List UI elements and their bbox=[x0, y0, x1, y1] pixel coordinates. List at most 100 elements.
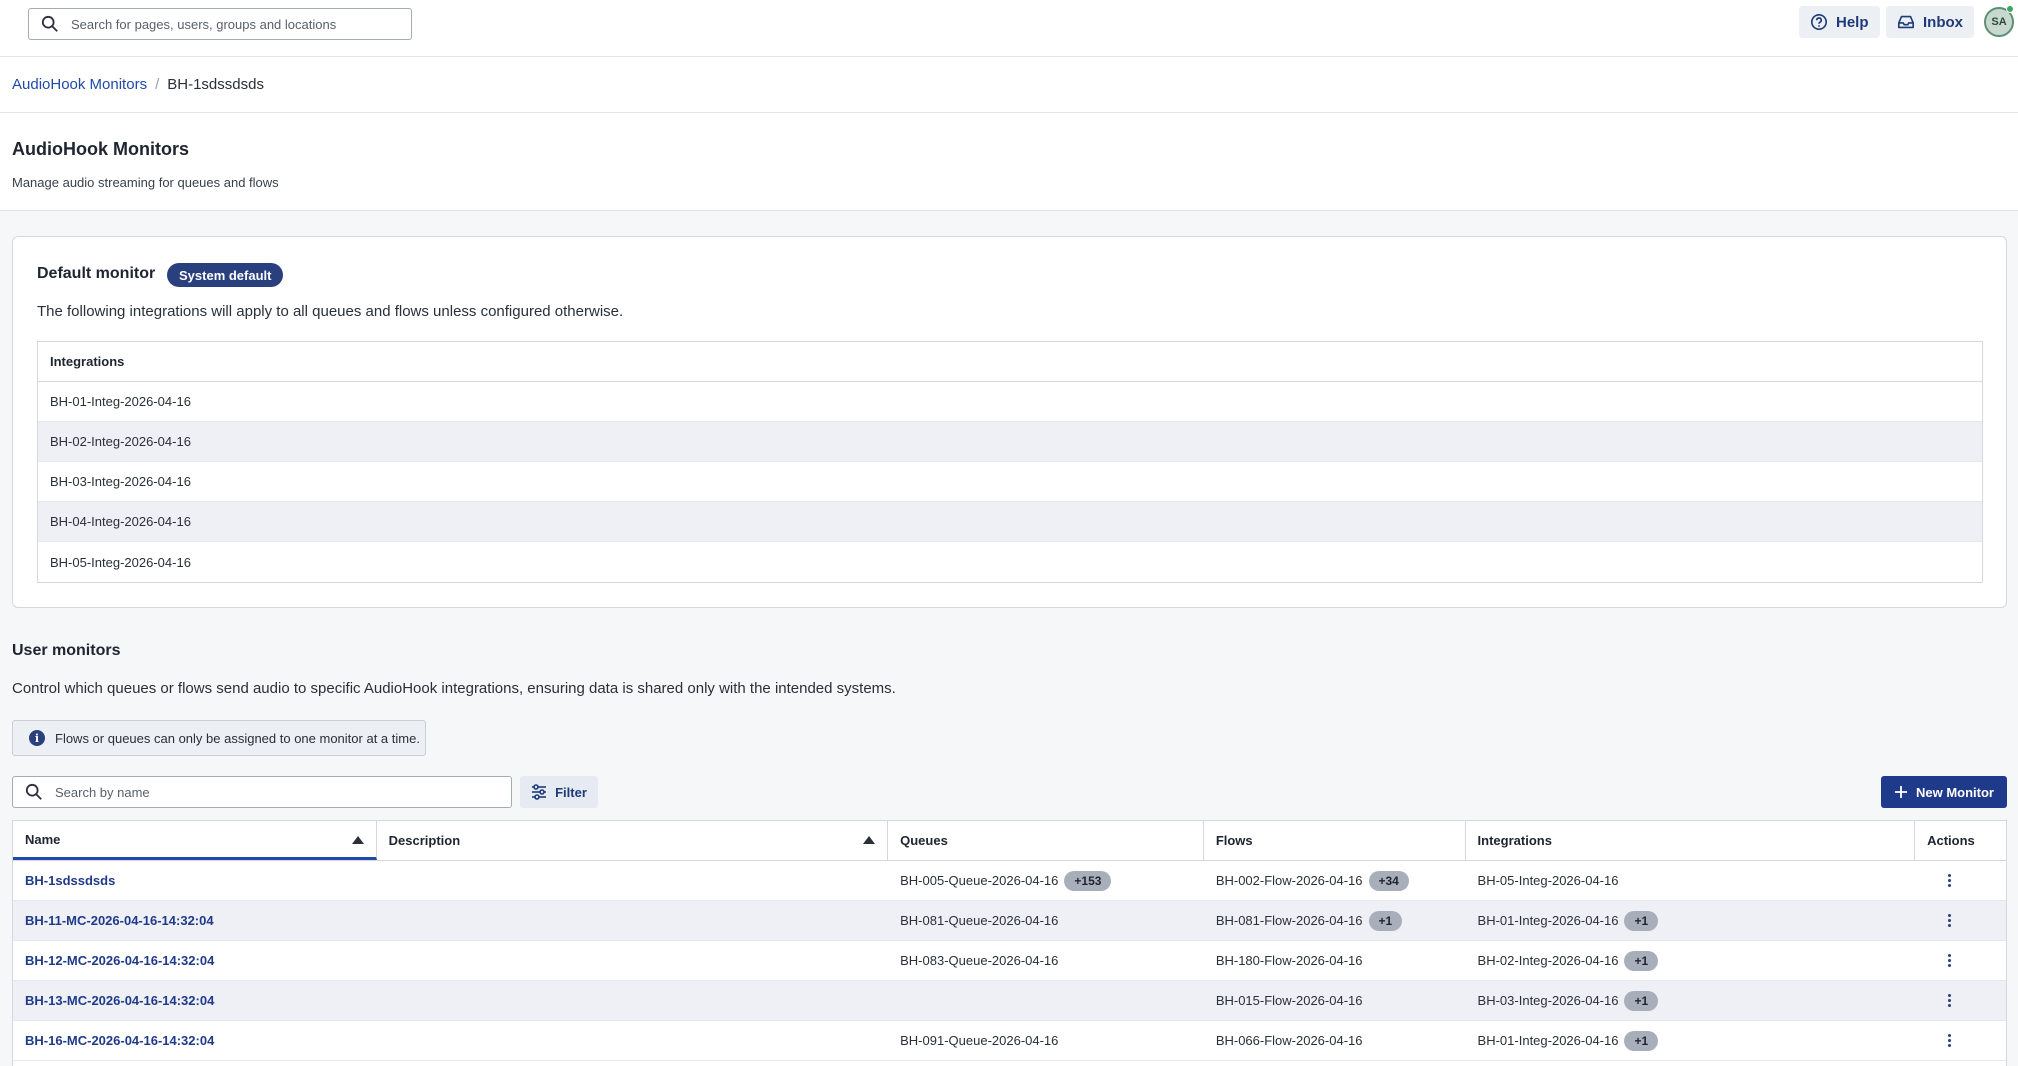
cell-actions bbox=[1915, 861, 2006, 900]
cell-queues bbox=[888, 981, 1204, 1020]
integration-more-badge[interactable]: +1 bbox=[1624, 1030, 1659, 1051]
page-subtitle: Manage audio streaming for queues and fl… bbox=[12, 175, 279, 190]
cell-integrations: BH-03-Integ-2026-04-16 +1 bbox=[1466, 981, 1916, 1020]
user-monitors-description: Control which queues or flows send audio… bbox=[12, 680, 896, 697]
column-header-name-label: Name bbox=[25, 831, 61, 847]
more-actions-icon[interactable] bbox=[1948, 994, 1952, 1007]
flow-text: BH-066-Flow-2026-04-16 bbox=[1215, 1033, 1363, 1048]
queue-text: BH-081-Queue-2026-04-16 bbox=[900, 913, 1059, 928]
flow-more-badge[interactable]: +34 bbox=[1368, 870, 1409, 891]
integration-row: BH-02-Integ-2026-04-16 bbox=[38, 422, 1982, 462]
column-header-flows: Flows bbox=[1204, 821, 1466, 860]
cell-flows: BH-015-Flow-2026-04-16 bbox=[1204, 981, 1466, 1020]
flow-text: BH-180-Flow-2026-04-16 bbox=[1215, 953, 1363, 968]
cell-flows: BH-180-Flow-2026-04-16 bbox=[1204, 941, 1466, 980]
cell-description bbox=[377, 981, 888, 1020]
cell-description bbox=[377, 1021, 888, 1060]
cell-description bbox=[377, 901, 888, 940]
monitor-name-link[interactable]: BH-11-MC-2026-04-16-14:32:04 bbox=[25, 913, 214, 928]
system-default-badge: System default bbox=[167, 263, 284, 287]
sort-ascending-icon[interactable] bbox=[863, 836, 876, 844]
integration-more-badge[interactable]: +1 bbox=[1624, 910, 1659, 931]
integration-text: BH-02-Integ-2026-04-16 bbox=[1477, 953, 1619, 968]
more-actions-icon[interactable] bbox=[1948, 914, 1952, 927]
cell-description bbox=[377, 861, 888, 900]
flow-text: BH-081-Flow-2026-04-16 bbox=[1215, 913, 1363, 928]
queue-more-badge[interactable]: +153 bbox=[1064, 870, 1112, 891]
help-button[interactable]: Help bbox=[1799, 6, 1880, 38]
integration-more-badge[interactable]: +1 bbox=[1624, 990, 1659, 1011]
integration-text: BH-05-Integ-2026-04-16 bbox=[1477, 873, 1619, 888]
column-header-integrations: Integrations bbox=[1466, 821, 1916, 860]
assignment-notice: i Flows or queues can only be assigned t… bbox=[12, 720, 426, 756]
queue-text: BH-083-Queue-2026-04-16 bbox=[900, 953, 1059, 968]
more-actions-icon[interactable] bbox=[1948, 1034, 1952, 1047]
cell-actions bbox=[1915, 901, 2006, 940]
default-monitor-card: Default monitor System default The follo… bbox=[12, 236, 2007, 608]
cell-actions bbox=[1915, 1021, 2006, 1060]
page-title: AudioHook Monitors bbox=[12, 139, 189, 159]
monitor-name-link[interactable]: BH-12-MC-2026-04-16-14:32:04 bbox=[25, 953, 214, 968]
table-header-row: Name Description Queues Flows Integratio… bbox=[13, 821, 2006, 861]
cell-description bbox=[377, 941, 888, 980]
queue-text: BH-091-Queue-2026-04-16 bbox=[900, 1033, 1059, 1048]
table-row: BH-12-MC-2026-04-16-14:32:04 BH-083-Queue… bbox=[13, 941, 2006, 981]
search-icon bbox=[41, 15, 58, 32]
cell-name: BH-11-MC-2026-04-16-14:32:04 bbox=[13, 901, 377, 940]
page-header: AudioHook Monitors Manage audio streamin… bbox=[0, 113, 2018, 211]
new-monitor-label: New Monitor bbox=[1916, 784, 1994, 800]
cell-queues: BH-081-Queue-2026-04-16 bbox=[888, 901, 1204, 940]
monitor-search-input[interactable] bbox=[55, 784, 485, 800]
user-monitors-title: User monitors bbox=[12, 642, 121, 659]
presence-status-dot bbox=[2006, 5, 2014, 13]
help-circle-icon bbox=[1810, 13, 1828, 31]
inbox-button[interactable]: Inbox bbox=[1886, 6, 1974, 38]
cell-integrations: BH-01-Integ-2026-04-16 +1 bbox=[1466, 1021, 1916, 1060]
cell-flows: BH-066-Flow-2026-04-16 bbox=[1204, 1021, 1466, 1060]
cell-name: BH-16-MC-2026-04-16-14:32:04 bbox=[13, 1021, 377, 1060]
cell-flows: BH-002-Flow-2026-04-16 +34 bbox=[1204, 861, 1466, 900]
integration-text: BH-01-Integ-2026-04-16 bbox=[1477, 1033, 1619, 1048]
flow-more-badge[interactable]: +1 bbox=[1368, 910, 1403, 931]
cell-integrations: BH-02-Integ-2026-04-16 +1 bbox=[1466, 941, 1916, 980]
more-actions-icon[interactable] bbox=[1948, 954, 1952, 967]
cell-flows: BH-081-Flow-2026-04-16 +1 bbox=[1204, 901, 1466, 940]
filter-label: Filter bbox=[555, 784, 587, 800]
monitor-name-link[interactable]: BH-1sdssdsds bbox=[25, 873, 115, 888]
more-actions-icon[interactable] bbox=[1948, 874, 1952, 887]
default-monitor-title: Default monitor bbox=[37, 265, 156, 282]
default-integrations-table: Integrations BH-01-Integ-2026-04-16 BH-0… bbox=[37, 341, 1983, 583]
sliders-icon bbox=[532, 784, 547, 800]
integration-row: BH-01-Integ-2026-04-16 bbox=[38, 382, 1982, 422]
top-bar: Help Inbox SA bbox=[0, 0, 2018, 57]
table-body: BH-1sdssdsds BH-005-Queue-2026-04-16 +153 B… bbox=[13, 861, 2006, 1061]
cell-name: BH-1sdssdsds bbox=[13, 861, 377, 900]
cell-actions bbox=[1915, 941, 2006, 980]
table-row: BH-11-MC-2026-04-16-14:32:04 BH-081-Queue… bbox=[13, 901, 2006, 941]
inbox-label: Inbox bbox=[1923, 13, 1963, 31]
plus-icon bbox=[1895, 786, 1907, 798]
info-icon: i bbox=[29, 730, 45, 746]
queue-text: BH-005-Queue-2026-04-16 bbox=[900, 873, 1059, 888]
user-monitors-table: Name Description Queues Flows Integratio… bbox=[12, 820, 2007, 1066]
sort-ascending-icon[interactable] bbox=[351, 836, 364, 844]
table-row: BH-16-MC-2026-04-16-14:32:04 BH-091-Queue… bbox=[13, 1021, 2006, 1061]
column-header-actions: Actions bbox=[1927, 833, 1975, 848]
cell-actions bbox=[1915, 981, 2006, 1020]
global-search-input[interactable] bbox=[71, 16, 401, 32]
integration-more-badge[interactable]: +1 bbox=[1624, 950, 1659, 971]
new-monitor-button[interactable]: New Monitor bbox=[1881, 776, 2007, 808]
integration-row: BH-05-Integ-2026-04-16 bbox=[50, 554, 191, 570]
cell-name: BH-13-MC-2026-04-16-14:32:04 bbox=[13, 981, 377, 1020]
column-header-description[interactable]: Description bbox=[377, 821, 889, 860]
integration-text: BH-01-Integ-2026-04-16 bbox=[1477, 913, 1619, 928]
monitor-search-field[interactable] bbox=[12, 776, 512, 808]
global-search-field[interactable] bbox=[28, 8, 412, 40]
column-header-name[interactable]: Name bbox=[13, 821, 377, 860]
monitor-name-link[interactable]: BH-16-MC-2026-04-16-14:32:04 bbox=[25, 1033, 214, 1048]
breadcrumb: AudioHook Monitors / BH-1sdssdsds bbox=[0, 57, 2018, 113]
monitor-name-link[interactable]: BH-13-MC-2026-04-16-14:32:04 bbox=[25, 993, 214, 1008]
help-label: Help bbox=[1836, 13, 1869, 31]
breadcrumb-parent-link[interactable]: AudioHook Monitors bbox=[12, 76, 147, 93]
filter-button[interactable]: Filter bbox=[520, 776, 598, 808]
